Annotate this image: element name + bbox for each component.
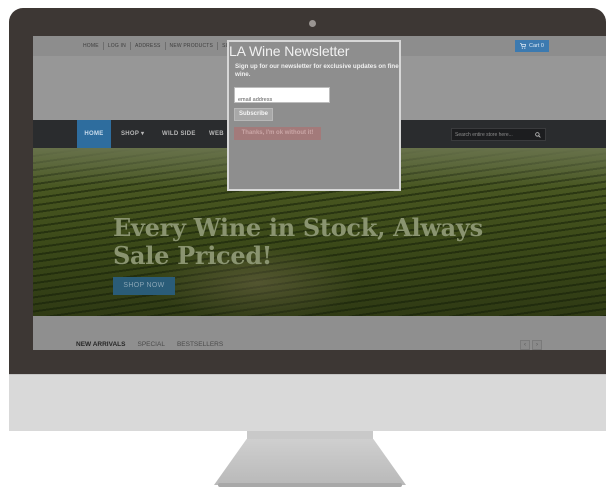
shop-now-button[interactable]: SHOP NOW	[113, 277, 175, 295]
top-nav-login[interactable]: LOG IN	[104, 42, 131, 50]
monitor-chin	[9, 374, 606, 431]
newsletter-text: Sign up for our newsletter for exclusive…	[235, 63, 399, 78]
nav-shop[interactable]: SHOP ▾	[121, 120, 144, 148]
product-tabs: NEW ARRIVALS SPECIAL BESTSELLERS	[76, 341, 223, 349]
tab-bestsellers[interactable]: BESTSELLERS	[177, 341, 223, 349]
hero-headline: Every Wine in Stock, Always Sale Priced!	[113, 213, 483, 270]
next-arrow-icon[interactable]: ›	[532, 340, 542, 350]
cart-label: Cart 0	[529, 43, 544, 49]
store-search	[451, 128, 546, 141]
search-icon[interactable]	[535, 132, 541, 138]
top-nav-new-products[interactable]: NEW PRODUCTS	[166, 42, 219, 50]
top-nav-address[interactable]: ADDRESS	[131, 42, 166, 50]
store-search-input[interactable]	[455, 130, 529, 140]
cart-icon	[520, 43, 526, 49]
newsletter-title: LA Wine Newsletter	[229, 43, 350, 59]
monitor-neck	[247, 431, 373, 439]
nav-home[interactable]: HOME	[77, 120, 111, 148]
monitor-stand	[214, 439, 406, 485]
camera-dot	[309, 20, 316, 27]
prev-arrow-icon[interactable]: ‹	[520, 340, 530, 350]
email-field[interactable]	[235, 93, 329, 107]
nav-wild-side[interactable]: WILD SIDE	[162, 120, 196, 148]
nav-web[interactable]: WEB	[209, 120, 224, 148]
top-nav: HOME LOG IN ADDRESS NEW PRODUCTS SUBS	[79, 42, 240, 50]
newsletter-modal: LA Wine Newsletter Sign up for our newsl…	[227, 40, 401, 191]
decline-button[interactable]: Thanks, I'm ok without it!	[234, 127, 321, 140]
tab-special[interactable]: SPECIAL	[137, 341, 164, 349]
top-nav-home[interactable]: HOME	[79, 42, 104, 50]
tab-new-arrivals[interactable]: NEW ARRIVALS	[76, 341, 125, 349]
monitor-stand-base	[218, 483, 402, 487]
email-field-wrapper	[234, 87, 330, 107]
subscribe-button[interactable]: Subscribe	[234, 108, 273, 121]
cart-button[interactable]: Cart 0	[515, 40, 549, 52]
product-section: NEW ARRIVALS SPECIAL BESTSELLERS ‹ ›	[33, 316, 606, 350]
carousel-pager: ‹ ›	[520, 340, 542, 350]
